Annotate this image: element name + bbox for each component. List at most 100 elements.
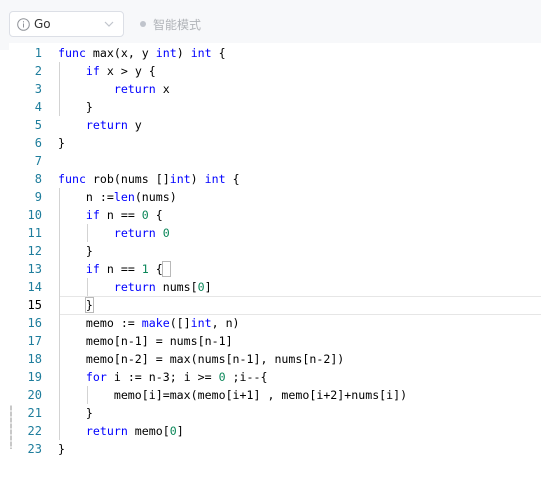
code-text: return x [113,82,170,96]
line-number: 11 [27,226,42,240]
keyword-token: return [113,82,156,96]
code-line[interactable]: 20 memo[i]=max(memo[i+1] , memo[i+2]+num… [9,386,541,404]
smart-mode-toggle[interactable]: 智能模式 [153,16,201,33]
keyword-token: int [190,316,212,330]
code-text: if n == 1 { [85,262,163,276]
keyword-token: for [85,370,107,384]
keyword-token: return [113,280,156,294]
number-token: 0 [218,370,226,384]
keyword-token: if [85,262,100,276]
code-line[interactable]: 1 func max(x, y int) int { [9,44,541,62]
code-line[interactable]: 11 return 0 [9,224,541,242]
code-line[interactable]: 8 func rob(nums []int) int { [9,170,541,188]
indent-guide [87,224,88,242]
keyword-token: len [113,190,135,204]
line-number: 4 [34,100,42,114]
line-number: 22 [27,424,42,438]
indent-guide [59,62,60,116]
code-line[interactable]: 21 } [9,404,541,422]
code-line[interactable]: 12 } [9,242,541,260]
code-line[interactable]: 9 n :=len(nums) [9,188,541,206]
code-line[interactable]: 3 return x [9,80,541,98]
code-text: return 0 [58,224,170,242]
code-line[interactable]: 7 [9,152,541,170]
code-text: if n == 0 { [85,208,163,222]
code-line[interactable]: 16 memo := make([]int, n) [9,314,541,332]
line-number: 13 [27,262,42,276]
line-number: 1 [34,46,42,60]
keyword-token: return [113,226,156,240]
keyword-token: if [85,64,100,78]
code-text: memo[n-2] = max(nums[n-1], nums[n-2]) [85,352,345,366]
line-number: 2 [34,64,42,78]
keyword-token: func [58,46,86,60]
line-number: 21 [27,406,42,420]
line-number: 7 [34,154,42,168]
code-line[interactable]: 22 return memo[0] [9,422,541,440]
indent-guide [87,278,88,296]
number-token: 0 [169,424,177,438]
indent-guide [87,386,88,404]
line-number: 10 [27,208,42,222]
bracket-match-highlight [85,297,94,313]
line-number: 16 [27,316,42,330]
keyword-token: func [58,172,86,186]
code-text: return y [85,118,142,132]
number-token: 0 [141,208,149,222]
line-number: 9 [34,190,42,204]
language-select[interactable]: Go [9,11,124,37]
code-line[interactable]: 17 memo[n-1] = nums[n-1] [9,332,541,350]
line-number: 8 [34,172,42,186]
line-number: 17 [27,334,42,348]
code-line[interactable]: 5 return y [9,116,541,134]
line-number: 18 [27,352,42,366]
code-line[interactable]: 13 if n == 1 { [9,260,541,278]
code-text: if x > y { [85,64,156,78]
code-line[interactable]: 2 if x > y { [9,62,541,80]
info-circle-icon [17,17,30,31]
keyword-token: int [204,172,226,186]
line-number: 14 [27,280,42,294]
code-text: memo[i]=max(memo[i+1] , memo[i+2]+nums[i… [113,388,408,402]
number-token: 1 [141,262,149,276]
code-text: for i := n-3; i >= 0 ;i--{ [85,370,268,384]
code-line[interactable]: 19 for i := n-3; i >= 0 ;i--{ [9,368,541,386]
line-number: 20 [27,388,42,402]
code-text: func rob(nums []int) int { [58,172,240,186]
code-text: } [58,100,93,114]
code-line[interactable]: 10 if n == 0 { [9,206,541,224]
code-line[interactable]: 14 return nums[0] [9,278,541,296]
keyword-token: if [85,208,100,222]
line-number: 15 [27,298,42,312]
line-number: 19 [27,370,42,384]
keyword-token: int [169,172,191,186]
line-number: 3 [34,82,42,96]
number-token: 0 [162,226,170,240]
bracket-match-highlight [162,261,171,277]
code-text: memo[n-1] = nums[n-1] [85,334,233,348]
code-text: } [58,406,93,420]
line-number: 12 [27,244,42,258]
code-text: } [58,136,65,150]
number-token: 0 [197,280,205,294]
code-text: } [58,442,65,456]
line-number: 23 [27,442,42,456]
code-text: func max(x, y int) int { [58,46,226,60]
code-line[interactable]: 23} [9,440,541,458]
code-editor[interactable]: 1 func max(x, y int) int {2 if x > y {3 r… [9,43,541,485]
line-number: 5 [34,118,42,132]
mode-status-dot [140,21,146,27]
language-label: Go [34,17,51,31]
code-line[interactable]: 4 } [9,98,541,116]
current-line-highlight [59,296,541,315]
keyword-token: return [85,118,128,132]
keyword-token: return [85,424,128,438]
code-text: return memo[0] [85,424,184,438]
chevron-down-icon [104,21,114,27]
code-line[interactable]: 6} [9,134,541,152]
code-line[interactable]: 18 memo[n-2] = max(nums[n-1], nums[n-2]) [9,350,541,368]
code-text: return nums[0] [113,280,212,294]
keyword-token: int [155,46,177,60]
line-number: 6 [34,136,42,150]
code-text: n :=len(nums) [85,190,177,204]
